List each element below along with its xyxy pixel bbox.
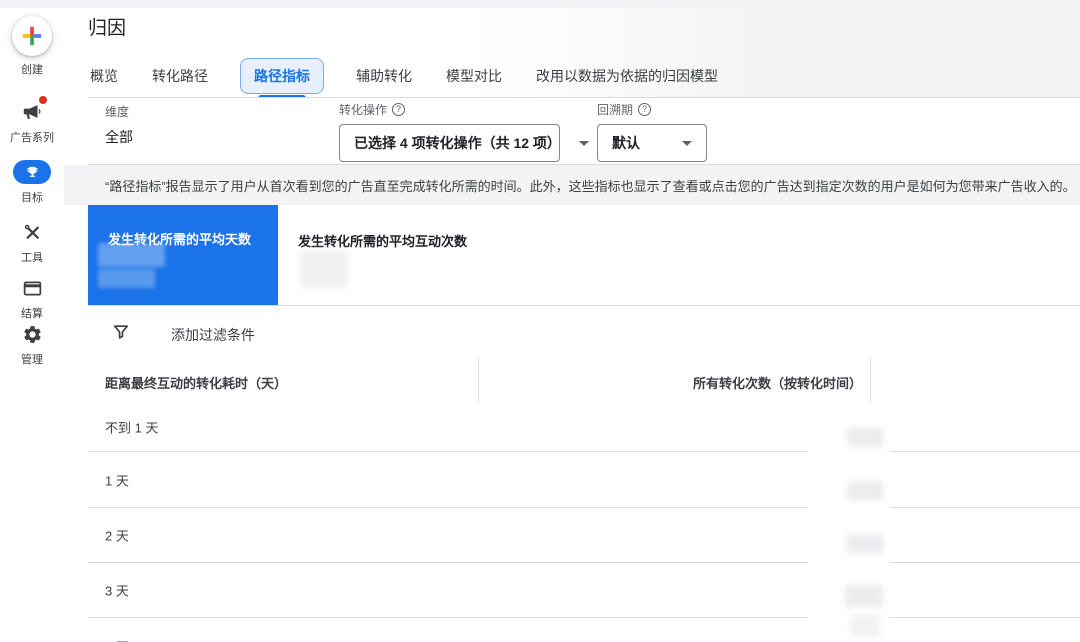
sidebar-item-label: 结算 [21,308,43,320]
tab-conversion-paths[interactable]: 转化路径 [150,59,210,93]
report-filter-panel: 维度 全部 转化操作 ? 已选择 4 项转化操作（共 12 项） 回溯期 ? 默… [64,98,1080,164]
tab-path-metrics[interactable]: 路径指标 [240,58,324,94]
google-plus-icon [22,26,42,46]
sidebar-item-label: 工具 [21,252,43,264]
row-label: 2 天 [105,528,129,544]
left-nav: 创建 广告系列 目标 工具 结算 管理 [0,0,64,642]
sidebar-item-label: 广告系列 [10,132,54,144]
sidebar-item-billing[interactable]: 结算 [0,276,64,321]
lookback-select[interactable]: 默认 [597,124,707,162]
row-label: 4 天 [105,637,129,642]
help-icon[interactable]: ? [638,103,652,116]
metric-card-avg-interactions[interactable]: 发生转化所需的平均互动次数 [298,205,518,305]
table-row[interactable]: 不到 1 天 [64,402,1080,451]
metric-cards-row: 发生转化所需的平均天数 发生转化所需的平均互动次数 [64,205,1080,305]
google-ads-attribution-page: 创建 广告系列 目标 工具 结算 管理 归因 概览 转化路径 路径指标 辅助转化… [0,0,1080,642]
tab-bar: 概览 转化路径 路径指标 辅助转化 模型对比 改用以数据为依据的归因模型 [88,55,720,97]
row-label: 不到 1 天 [105,420,159,435]
conversion-action-filter: 转化操作 ? 已选择 4 项转化操作（共 12 项） [339,101,589,162]
table-row[interactable]: 2 天 [64,508,1080,562]
tab-data-driven-attribution[interactable]: 改用以数据为依据的归因模型 [534,59,720,93]
main-content: 归因 概览 转化路径 路径指标 辅助转化 模型对比 改用以数据为依据的归因模型 … [64,0,1080,642]
billing-card-icon [23,281,41,295]
conversion-action-label: 转化操作 [339,103,388,117]
redacted-value [847,428,883,447]
column-header-all-conversions[interactable]: 所有转化次数（按转化时间） [693,373,862,392]
help-icon[interactable]: ? [392,103,406,116]
sidebar-item-admin[interactable]: 管理 [0,322,64,367]
lookback-selected-value: 默认 [612,135,640,151]
chevron-down-icon [682,140,692,146]
table-row[interactable]: 4 天 [64,618,1080,642]
report-description-text: “路径指标”报告显示了用户从首次看到您的广告直至完成转化所需的时间。此外，这些指… [105,178,1076,194]
redacted-value [98,269,155,288]
tools-icon [24,224,39,239]
metric-card-avg-days[interactable]: 发生转化所需的平均天数 [88,205,278,305]
metric-card-title: 发生转化所需的平均互动次数 [298,234,468,249]
redacted-value [300,250,348,287]
sidebar-item-goals[interactable]: 目标 [0,160,64,205]
table-row[interactable]: 1 天 [64,452,1080,507]
redacted-value [845,585,883,607]
page-title: 归因 [88,18,127,39]
tab-model-comparison[interactable]: 模型对比 [444,59,504,93]
table-row[interactable]: 3 天 [64,563,1080,617]
sidebar-item-create[interactable]: 创建 [0,16,64,77]
table-filter-bar: 添加过滤条件 [64,306,1080,358]
redacted-value [847,534,883,553]
chevron-down-icon [578,140,589,146]
report-description-banner: “路径指标”报告显示了用户从首次看到您的广告直至完成转化所需的时间。此外，这些指… [64,165,1080,205]
conversion-action-select[interactable]: 已选择 4 项转化操作（共 12 项） [339,124,589,162]
megaphone-icon [23,105,41,119]
active-nav-pill [13,160,51,184]
dimension-label: 维度 [105,105,130,119]
row-label: 1 天 [105,473,129,488]
column-header-time-lag[interactable]: 距离最终互动的转化耗时（天） [105,373,287,392]
add-filter-button[interactable]: 添加过滤条件 [171,325,255,345]
dimension-value[interactable]: 全部 [105,127,133,147]
create-button[interactable] [12,16,52,56]
table-header-row: 距离最终互动的转化耗时（天） 所有转化次数（按转化时间） [64,358,1080,402]
page-header: 归因 概览 转化路径 路径指标 辅助转化 模型对比 改用以数据为依据的归因模型 [64,0,1080,97]
redacted-value [850,615,880,637]
lookback-filter: 回溯期 ? 默认 [597,101,707,162]
sidebar-item-campaigns[interactable]: 广告系列 [0,96,64,145]
lookback-label: 回溯期 [597,103,634,117]
filter-funnel-icon[interactable] [111,322,131,342]
conversion-action-selected-value: 已选择 4 项转化操作（共 12 项） [354,135,561,151]
row-label: 3 天 [105,583,129,599]
redacted-values-overlay [808,404,890,642]
sidebar-item-label: 目标 [21,192,43,204]
redacted-value [847,481,883,500]
top-strip [0,0,1080,8]
tab-overview[interactable]: 概览 [88,59,120,93]
redacted-value [98,243,165,267]
sidebar-item-label: 创建 [21,64,43,76]
dimension-filter: 维度 全部 [105,103,133,147]
sidebar-item-label: 管理 [21,354,43,366]
gear-icon [23,325,41,343]
sidebar-item-tools[interactable]: 工具 [0,220,64,265]
notification-dot [39,96,47,104]
tab-assisted-conversions[interactable]: 辅助转化 [354,59,414,93]
trophy-icon [27,166,38,177]
